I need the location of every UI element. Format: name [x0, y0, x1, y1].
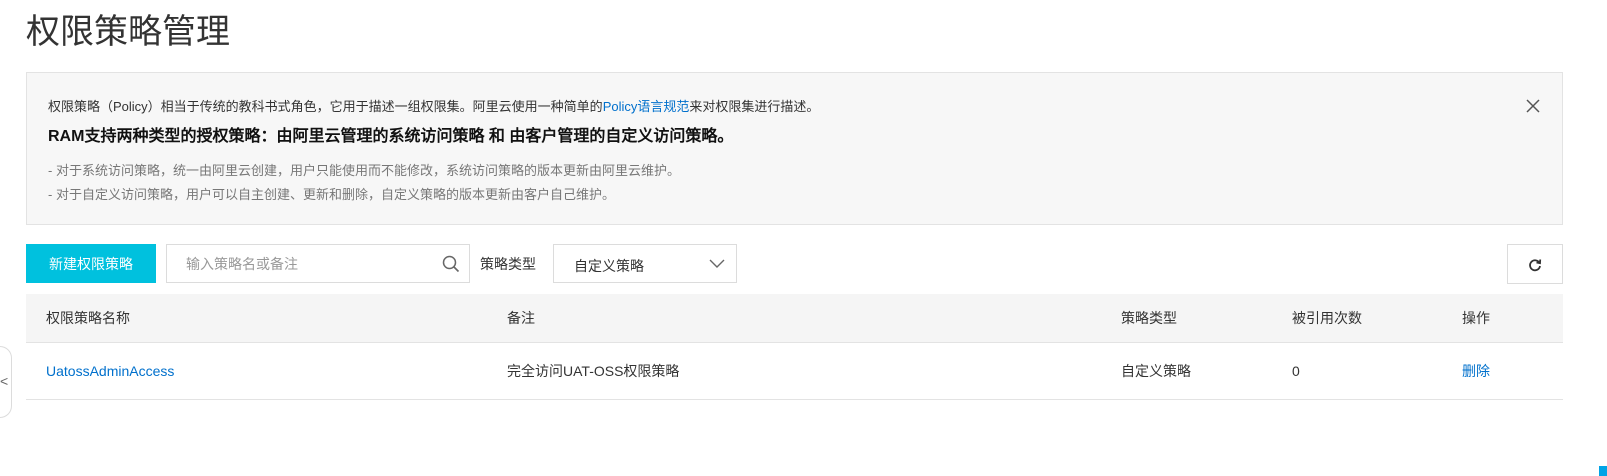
notice-intro-prefix: 权限策略（Policy）相当于传统的教科书式角色，它用于描述一组权限集。阿里云使… [48, 99, 603, 114]
notice-system-policy-note: - 对于系统访问策略，统一由阿里云创建，用户只能使用而不能修改，系统访问策略的版… [48, 163, 680, 178]
search-icon[interactable] [442, 255, 460, 273]
notice-headline: RAM支持两种类型的授权策略：由阿里云管理的系统访问策略 和 由客户管理的自定义… [48, 128, 734, 145]
column-header-ref-count: 被引用次数 [1292, 310, 1362, 326]
policy-language-link[interactable]: Policy语言规范 [603, 99, 690, 114]
policy-type-label: 策略类型 [480, 256, 536, 272]
table-row: UatossAdminAccess 完全访问UAT-OSS权限策略 自定义策略 … [26, 343, 1563, 400]
policy-type-select[interactable]: 自定义策略 [553, 244, 737, 283]
new-policy-button[interactable]: 新建权限策略 [26, 244, 156, 283]
column-header-name: 权限策略名称 [46, 310, 130, 326]
column-header-remark: 备注 [507, 310, 535, 326]
refresh-icon [1529, 259, 1542, 272]
close-icon[interactable] [1524, 97, 1542, 115]
policy-name-link[interactable]: UatossAdminAccess [46, 343, 174, 399]
page-title: 权限策略管理 [26, 13, 230, 51]
search-input[interactable] [167, 245, 432, 282]
corner-indicator [1599, 466, 1607, 476]
policy-table: 权限策略名称 备注 策略类型 被引用次数 操作 UatossAdminAcces… [26, 294, 1563, 400]
search-box [166, 244, 470, 283]
notice-intro: 权限策略（Policy）相当于传统的教科书式角色，它用于描述一组权限集。阿里云使… [48, 96, 819, 115]
table-header: 权限策略名称 备注 策略类型 被引用次数 操作 [26, 294, 1563, 343]
policy-management-page: 权限策略管理 权限策略（Policy）相当于传统的教科书式角色，它用于描述一组权… [0, 0, 1607, 476]
notice-intro-suffix: 来对权限集进行描述。 [689, 99, 820, 114]
chevron-left-icon: < [0, 373, 9, 389]
notice-custom-policy-note: - 对于自定义访问策略，用户可以自主创建、更新和删除，自定义策略的版本更新由客户… [48, 187, 615, 202]
delete-link[interactable]: 删除 [1462, 343, 1490, 399]
info-notice: 权限策略（Policy）相当于传统的教科书式角色，它用于描述一组权限集。阿里云使… [26, 72, 1563, 225]
refresh-button[interactable] [1507, 244, 1563, 284]
policy-type-selected: 自定义策略 [574, 258, 644, 274]
column-header-type: 策略类型 [1121, 310, 1177, 326]
policy-remark: 完全访问UAT-OSS权限策略 [507, 363, 680, 379]
policy-type: 自定义策略 [1121, 363, 1191, 379]
chevron-down-icon [708, 256, 726, 272]
sidebar-collapse-toggle[interactable]: < [0, 346, 12, 418]
policy-ref-count: 0 [1292, 363, 1300, 379]
column-header-action: 操作 [1462, 310, 1490, 326]
